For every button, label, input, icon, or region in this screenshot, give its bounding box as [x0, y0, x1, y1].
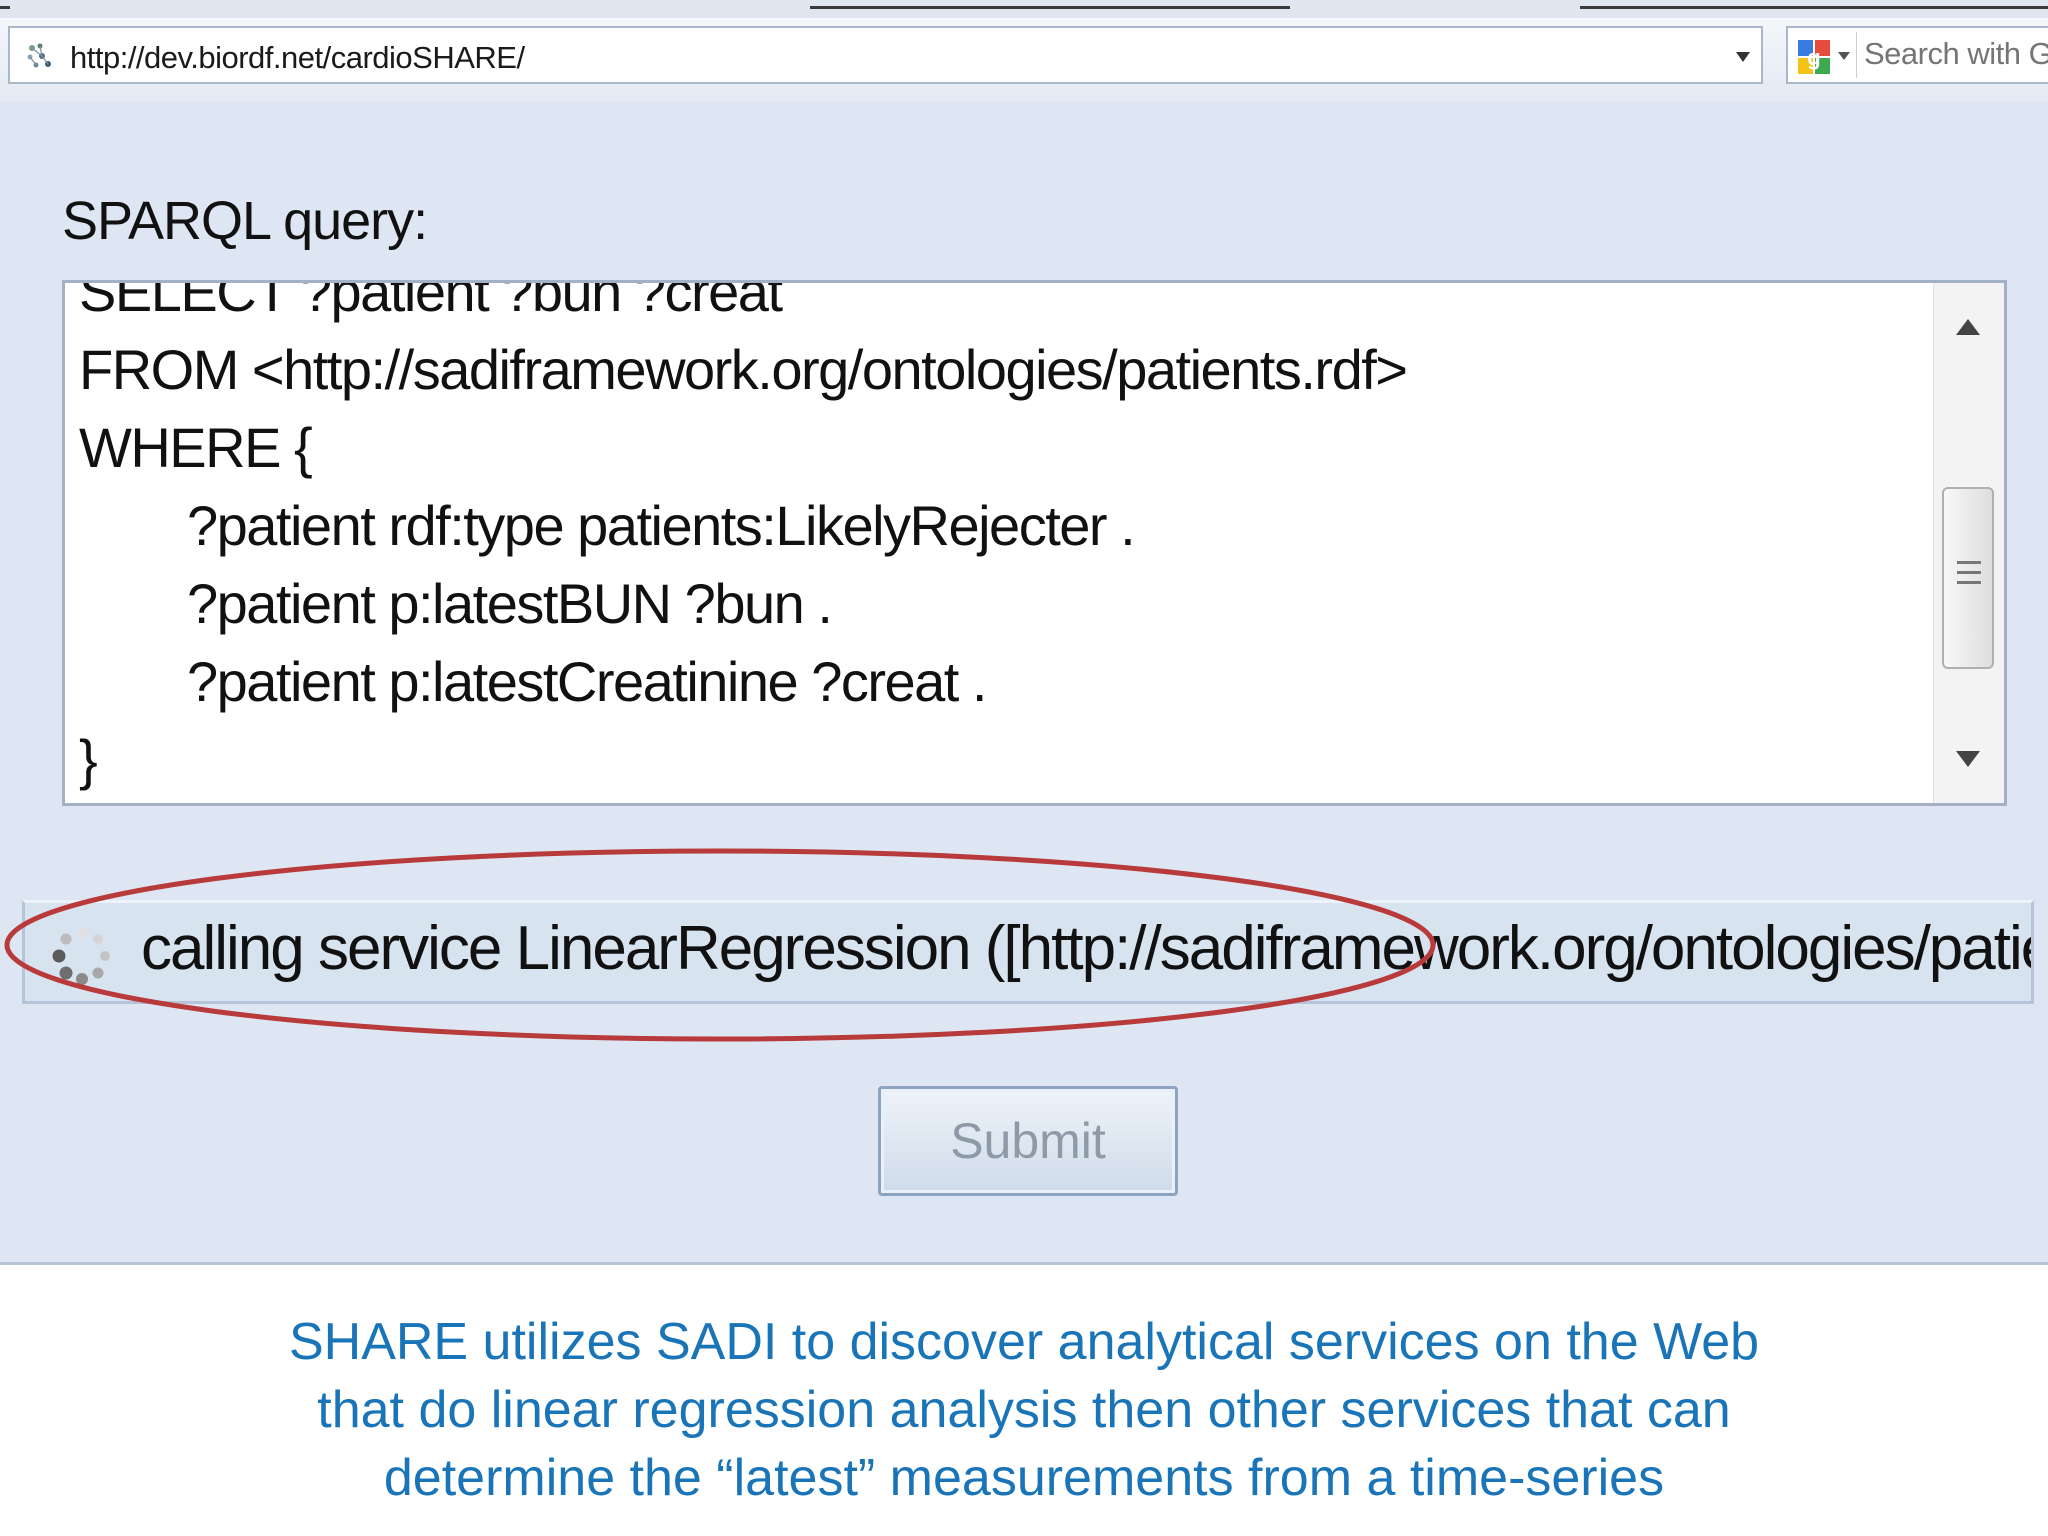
- scroll-up-arrow-icon[interactable]: [1952, 313, 1984, 341]
- query-line: SELECT ?patient ?bun ?creat: [79, 280, 783, 323]
- tab-strip: [0, 0, 2048, 19]
- query-line: ?patient p:latestBUN ?bun .: [187, 572, 833, 635]
- scroll-thumb[interactable]: [1942, 487, 1994, 669]
- grip-line: [1957, 581, 1981, 584]
- query-line: }: [79, 728, 98, 791]
- submit-button[interactable]: Submit: [878, 1086, 1178, 1196]
- query-label: SPARQL query:: [62, 191, 428, 251]
- grip-line: [1957, 561, 1981, 564]
- query-line: WHERE {: [79, 416, 313, 479]
- vertical-scrollbar[interactable]: [1933, 283, 2004, 803]
- tab-edge: [810, 0, 1290, 9]
- svg-text:g: g: [1807, 45, 1820, 70]
- separator: [1856, 32, 1857, 78]
- site-favicon-icon: [27, 43, 51, 68]
- browser-toolbar: http://dev.biordf.net/cardioSHARE/ g: [0, 18, 2048, 104]
- caption: SHARE utilizes SADI to discover analytic…: [0, 1308, 2048, 1512]
- query-text[interactable]: SELECT ?patient ?bun ?creat FROM <http:/…: [79, 280, 1924, 799]
- scroll-down-arrow-icon[interactable]: [1952, 745, 1984, 773]
- caption-line: that do linear regression analysis then …: [317, 1381, 1731, 1439]
- url-text[interactable]: http://dev.biordf.net/cardioSHARE/: [70, 40, 525, 76]
- search-input[interactable]: [1864, 36, 2048, 72]
- tab-edge: [0, 0, 10, 9]
- status-text: calling service LinearRegression ([http:…: [141, 914, 2034, 983]
- caption-line: determine the “latest” measurements from…: [383, 1449, 1665, 1507]
- loading-spinner-icon: [52, 928, 110, 985]
- caption-line: SHARE utilizes SADI to discover analytic…: [288, 1313, 1760, 1371]
- tab-edge: [1580, 0, 2048, 9]
- search-bar[interactable]: g: [1786, 26, 2048, 84]
- query-line: ?patient rdf:type patients:LikelyRejecte…: [187, 494, 1136, 557]
- sparql-query-textarea[interactable]: SELECT ?patient ?bun ?creat FROM <http:/…: [62, 280, 2007, 806]
- query-line: FROM <http://sadiframework.org/ontologie…: [79, 338, 1408, 401]
- address-bar[interactable]: http://dev.biordf.net/cardioSHARE/: [8, 26, 1763, 84]
- query-panel: SPARQL query: SELECT ?patient ?bun ?crea…: [0, 102, 2048, 1265]
- google-search-icon[interactable]: g: [1796, 38, 1832, 76]
- grip-line: [1957, 571, 1981, 574]
- dropdown-arrow-icon[interactable]: [1733, 48, 1753, 66]
- service-status-bar: calling service LinearRegression ([http:…: [22, 900, 2034, 1004]
- dropdown-arrow-icon[interactable]: [1836, 50, 1852, 62]
- query-line: ?patient p:latestCreatinine ?creat .: [187, 650, 987, 713]
